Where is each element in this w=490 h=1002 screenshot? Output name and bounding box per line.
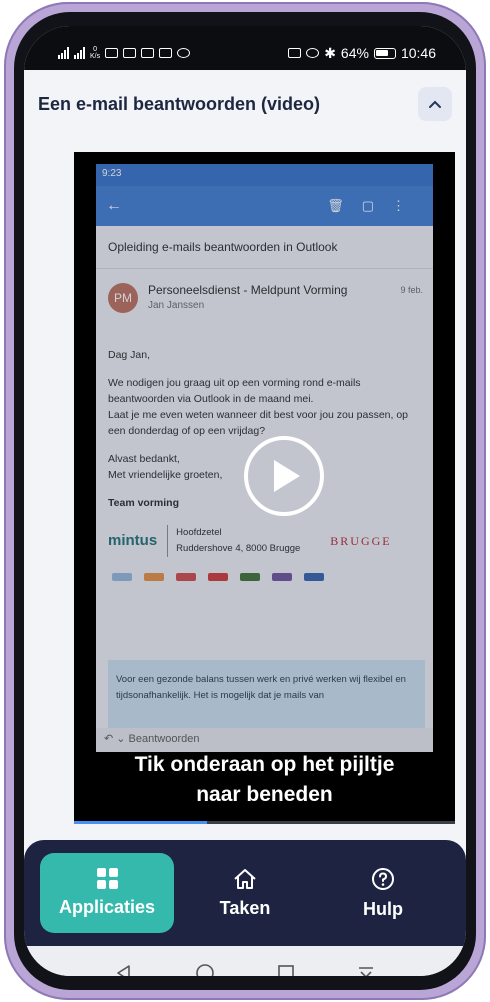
screen: 0 K/s ✱ 64% 10:46 Een e-mail beantwoorde… [24,26,466,976]
network-speed-unit: K/s [90,53,101,60]
status-bar: 0 K/s ✱ 64% 10:46 [24,26,466,70]
nav-taken[interactable]: Taken [178,853,312,933]
signal-icon [58,47,69,59]
status-left: 0 K/s [58,46,191,60]
card-header: Een e-mail beantwoorden (video) [38,80,452,128]
battery-icon [373,47,396,59]
mail-icon-2 [159,48,173,58]
back-triangle-icon[interactable] [115,964,133,976]
status-right: ✱ 64% 10:46 [288,45,436,62]
chevron-up-icon [429,100,441,108]
home-icon [234,868,256,889]
nav-applicaties[interactable]: Applicaties [40,853,174,933]
collapse-button[interactable] [418,87,452,121]
whatsapp-icon [177,48,191,58]
phone-bezel: 0 K/s ✱ 64% 10:46 Een e-mail beantwoorde… [14,12,476,990]
home-circle-icon[interactable] [195,963,215,976]
play-icon [274,460,300,492]
nav-hulp[interactable]: Hulp [316,853,450,933]
mail-icon [123,48,137,58]
bottom-navigation: Applicaties Taken Hulp [24,840,466,946]
grid-icon [96,868,118,889]
video-progress-bar[interactable] [74,821,455,824]
phone-frame: 0 K/s ✱ 64% 10:46 Een e-mail beantwoorde… [4,2,486,1000]
network-speed: 0 K/s [90,46,100,60]
play-button[interactable] [244,436,324,516]
video-frame: 9:23 ← 🗑︎▢⋮ Opleiding e-mails beantwoord… [96,164,433,752]
app-content: Een e-mail beantwoorden (video) 9:23 ← 🗑… [24,70,466,840]
nav-applicaties-label: Applicaties [58,897,156,917]
video-player[interactable]: 9:23 ← 🗑︎▢⋮ Opleiding e-mails beantwoord… [74,152,455,824]
card-title: Een e-mail beantwoorden (video) [38,93,321,114]
status-time: 10:46 [400,45,436,61]
nav-taken-label: Taken [219,897,271,918]
recents-square-icon[interactable] [277,964,295,976]
bluetooth-icon: ✱ [324,44,336,61]
battery-percent: 64% [340,45,369,61]
notification-pull-icon[interactable] [357,964,375,976]
signal-icon-2 [74,47,85,59]
help-icon [372,867,394,890]
nfc-icon [288,48,302,58]
caption-line-1: Tik onderaan op het pijltje [134,753,395,776]
network-speed-value: 0 [93,46,98,53]
system-navigation [24,946,466,976]
nav-hulp-label: Hulp [363,898,403,919]
video-progress-fill [74,821,208,824]
video-caption: Tik onderaan op het pijltje naar beneden [74,750,455,810]
caption-line-2: naar beneden [196,783,333,806]
alarm-icon [306,48,320,58]
notification-icon [105,48,119,58]
teams-icon [141,48,155,58]
